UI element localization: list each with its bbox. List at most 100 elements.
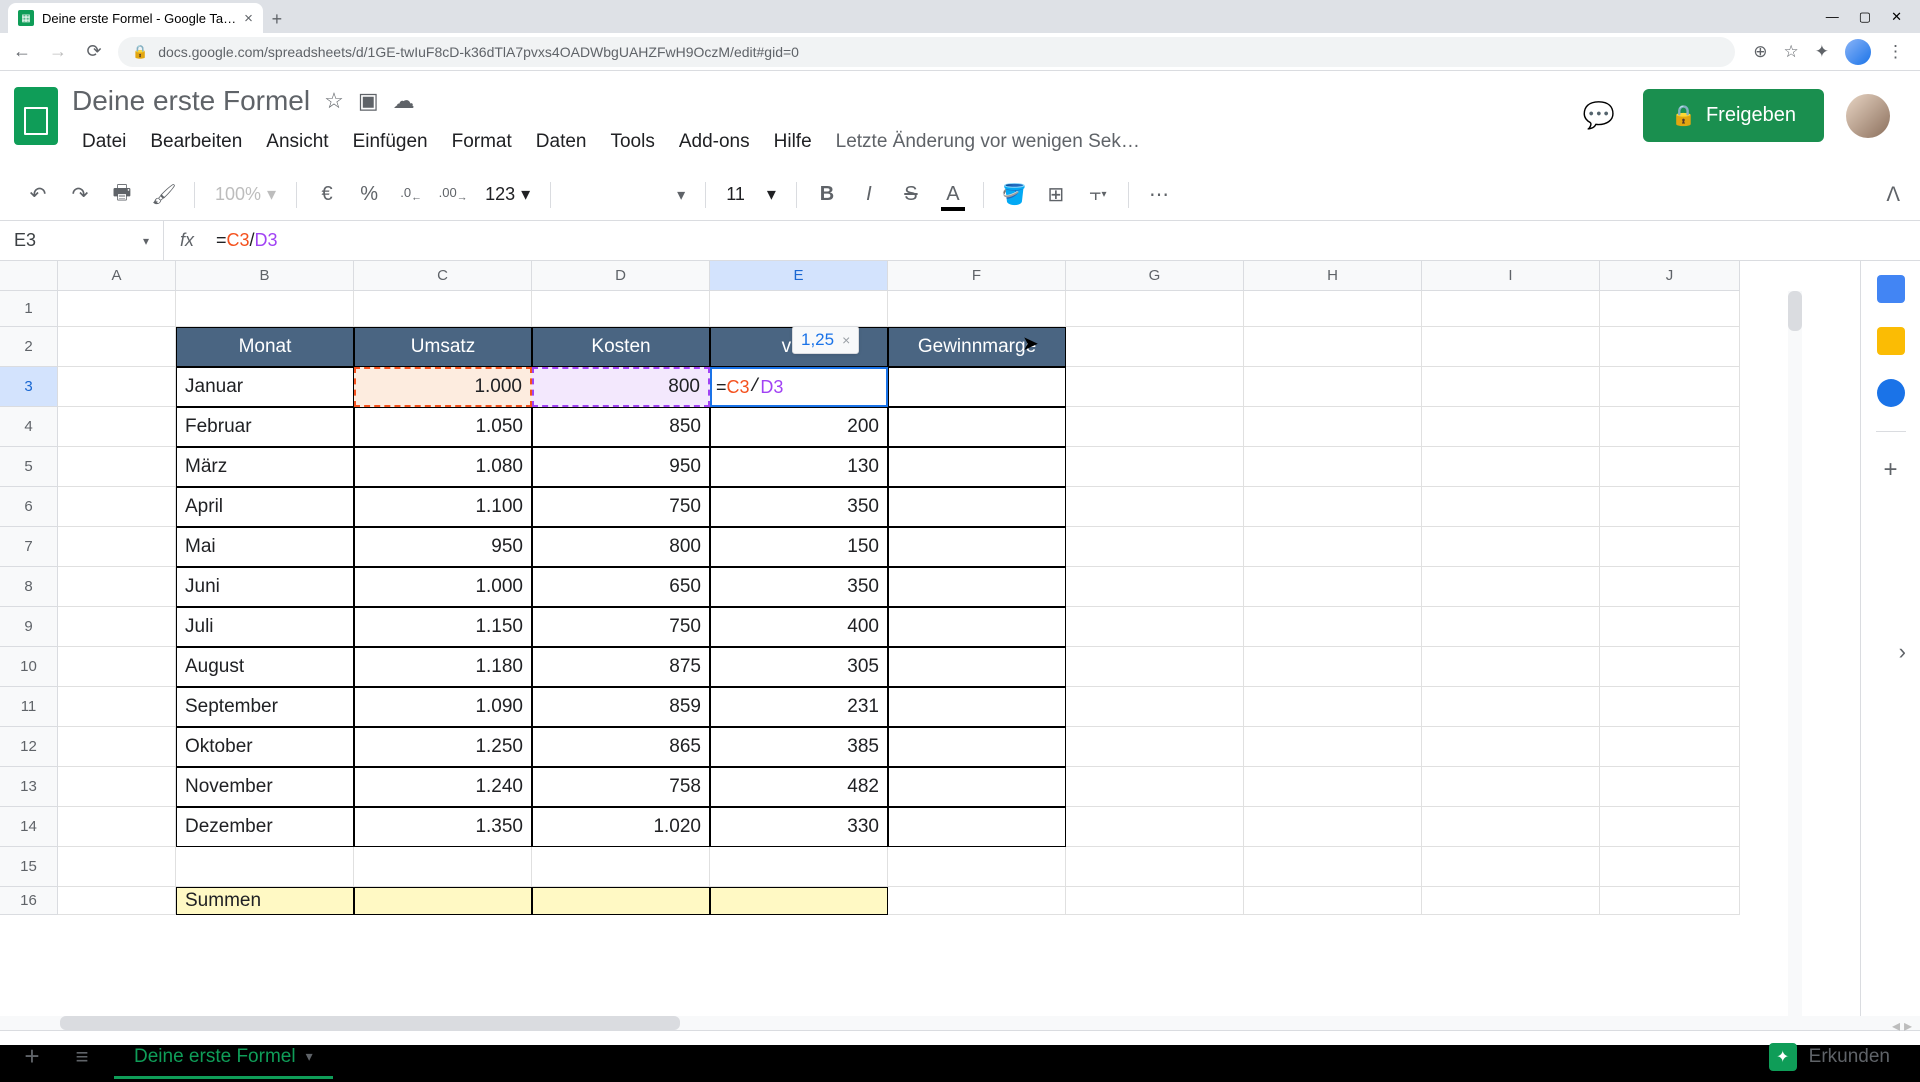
maximize-button[interactable]: ▢ xyxy=(1859,9,1871,25)
header-gewinnmarge[interactable]: Gewinnmarge xyxy=(888,327,1066,367)
move-icon[interactable]: ▣ xyxy=(358,88,379,114)
menu-format[interactable]: Format xyxy=(442,127,522,157)
column-header-A[interactable]: A xyxy=(58,261,176,291)
cell[interactable] xyxy=(1422,767,1600,807)
menu-view[interactable]: Ansicht xyxy=(256,127,338,157)
row-header-5[interactable]: 5 xyxy=(0,447,58,487)
cell[interactable] xyxy=(1600,527,1740,567)
cell[interactable] xyxy=(1422,567,1600,607)
cell[interactable] xyxy=(1244,327,1422,367)
cell[interactable] xyxy=(354,887,532,915)
cell-gewinn[interactable]: 385 xyxy=(710,727,888,767)
cell[interactable] xyxy=(1422,847,1600,887)
cell[interactable] xyxy=(176,291,354,327)
forward-button[interactable]: → xyxy=(46,41,70,62)
cell-umsatz[interactable]: 1.000 xyxy=(354,567,532,607)
cell[interactable] xyxy=(1066,647,1244,687)
cell[interactable] xyxy=(1244,847,1422,887)
cell[interactable] xyxy=(58,607,176,647)
name-box[interactable]: E3 ▾ xyxy=(0,221,164,260)
browser-menu-icon[interactable]: ⋮ xyxy=(1887,42,1904,62)
cell[interactable] xyxy=(1066,487,1244,527)
menu-tools[interactable]: Tools xyxy=(600,127,664,157)
redo-button[interactable]: ↷ xyxy=(62,177,98,213)
cell-monat[interactable]: September xyxy=(176,687,354,727)
cell[interactable] xyxy=(1244,367,1422,407)
column-header-F[interactable]: F xyxy=(888,261,1066,291)
cell-gewinnmarge[interactable] xyxy=(888,607,1066,647)
cell[interactable] xyxy=(1422,607,1600,647)
summen-label[interactable]: Summen xyxy=(176,887,354,915)
cell[interactable] xyxy=(1244,887,1422,915)
sheet-tab-active[interactable]: Deine erste Formel ▾ xyxy=(114,1036,333,1078)
cell[interactable] xyxy=(58,327,176,367)
cell[interactable] xyxy=(58,847,176,887)
paint-format-button[interactable]: 🖌 xyxy=(146,177,182,213)
cell[interactable] xyxy=(58,291,176,327)
cell[interactable] xyxy=(1600,447,1740,487)
extensions-icon[interactable]: ✦ xyxy=(1815,42,1829,62)
cell[interactable] xyxy=(1244,607,1422,647)
cell-gewinnmarge[interactable] xyxy=(888,647,1066,687)
cell[interactable] xyxy=(58,567,176,607)
column-header-H[interactable]: H xyxy=(1244,261,1422,291)
cell-monat[interactable]: Februar xyxy=(176,407,354,447)
cell[interactable] xyxy=(1066,407,1244,447)
zoom-select[interactable]: 100% ▾ xyxy=(207,184,284,205)
cell[interactable] xyxy=(532,887,710,915)
cell[interactable] xyxy=(1600,807,1740,847)
cell-gewinnmarge[interactable] xyxy=(888,407,1066,447)
decrease-decimal-button[interactable]: .0← xyxy=(393,177,429,213)
new-tab-button[interactable]: + xyxy=(263,5,291,33)
column-header-I[interactable]: I xyxy=(1422,261,1600,291)
cell[interactable] xyxy=(1066,727,1244,767)
keep-app-icon[interactable] xyxy=(1877,327,1905,355)
cell[interactable] xyxy=(532,847,710,887)
row-header-11[interactable]: 11 xyxy=(0,687,58,727)
cell-gewinn[interactable]: 200 xyxy=(710,407,888,447)
cell-umsatz[interactable]: 1.100 xyxy=(354,487,532,527)
cell-umsatz[interactable]: 1.240 xyxy=(354,767,532,807)
minimize-button[interactable]: — xyxy=(1826,9,1839,25)
cell[interactable] xyxy=(1600,847,1740,887)
cell[interactable] xyxy=(1422,447,1600,487)
cell[interactable] xyxy=(1600,367,1740,407)
cloud-status-icon[interactable]: ☁ xyxy=(393,88,415,114)
comments-button[interactable]: 💬 xyxy=(1577,94,1621,138)
row-header-3[interactable]: 3 xyxy=(0,367,58,407)
row-header-6[interactable]: 6 xyxy=(0,487,58,527)
cell[interactable] xyxy=(1066,291,1244,327)
cell-gewinnmarge[interactable] xyxy=(888,687,1066,727)
cell-monat[interactable]: Januar xyxy=(176,367,354,407)
tasks-app-icon[interactable] xyxy=(1877,379,1905,407)
cell-kosten[interactable]: 859 xyxy=(532,687,710,727)
menu-help[interactable]: Hilfe xyxy=(764,127,822,157)
cell-kosten[interactable]: 800 xyxy=(532,527,710,567)
cell[interactable] xyxy=(1244,447,1422,487)
menu-edit[interactable]: Bearbeiten xyxy=(140,127,252,157)
cell[interactable] xyxy=(1066,767,1244,807)
spreadsheet-grid[interactable]: A B C D E F G H I J 12MonatUmsatzKostenv… xyxy=(0,261,1860,1016)
cell-kosten[interactable]: 800 xyxy=(532,367,710,407)
row-header-13[interactable]: 13 xyxy=(0,767,58,807)
cell-kosten[interactable]: 875 xyxy=(532,647,710,687)
cell-gewinn[interactable]: 231 xyxy=(710,687,888,727)
browser-tab[interactable]: ▦ Deine erste Formel - Google Ta… × xyxy=(8,3,263,33)
cell[interactable] xyxy=(1066,327,1244,367)
italic-button[interactable]: I xyxy=(851,177,887,213)
last-edit-info[interactable]: Letzte Änderung vor wenigen Sek… xyxy=(826,127,1150,157)
zoom-icon[interactable]: ⊕ xyxy=(1753,42,1767,62)
row-header-12[interactable]: 12 xyxy=(0,727,58,767)
merge-cells-button[interactable]: ⫟ ▾ xyxy=(1080,177,1116,213)
cell[interactable] xyxy=(354,847,532,887)
text-color-button[interactable]: A xyxy=(935,177,971,213)
cell-umsatz[interactable]: 1.350 xyxy=(354,807,532,847)
cell-monat[interactable]: Mai xyxy=(176,527,354,567)
column-header-G[interactable]: G xyxy=(1066,261,1244,291)
cell-umsatz[interactable]: 1.080 xyxy=(354,447,532,487)
formula-input[interactable]: =C3/D3 xyxy=(210,230,1920,252)
row-header-10[interactable]: 10 xyxy=(0,647,58,687)
cell[interactable] xyxy=(1422,527,1600,567)
cell-gewinn[interactable]: 305 xyxy=(710,647,888,687)
cell-gewinnmarge[interactable] xyxy=(888,727,1066,767)
